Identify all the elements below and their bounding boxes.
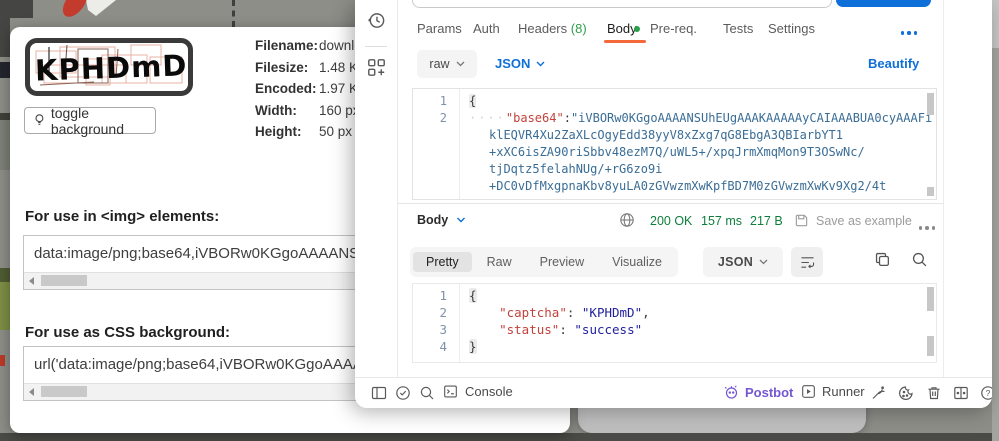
split-pane-icon[interactable] (953, 385, 969, 401)
tab-raw[interactable]: Raw (474, 252, 525, 272)
gutter-divider (459, 284, 460, 362)
response-status[interactable]: 200 OK (650, 214, 692, 228)
console-button[interactable]: Console (443, 384, 513, 399)
tab-headers[interactable]: Headers (8) (518, 17, 587, 41)
page-scrollbar-thumb[interactable] (992, 48, 999, 441)
active-tab-underline (604, 40, 646, 43)
scrollbar-thumb[interactable] (41, 386, 87, 397)
save-as-example-button[interactable]: Save as example (794, 213, 912, 228)
tab-visualize[interactable]: Visualize (599, 252, 675, 272)
background-page-sliver (0, 282, 10, 330)
editor-scrollbar-thumb[interactable] (927, 287, 934, 311)
language-dropdown[interactable]: JSON (495, 56, 545, 71)
tab-auth[interactable]: Auth (473, 17, 500, 41)
tab-params[interactable]: Params (417, 17, 462, 41)
meta-label: Height: (255, 125, 319, 140)
send-button[interactable] (836, 0, 931, 7)
toggle-background-label: toggle background (51, 105, 155, 137)
toggle-background-button[interactable]: toggle background (24, 107, 156, 134)
runner-button[interactable]: Runner (801, 384, 865, 399)
postbot-button[interactable]: Postbot (723, 384, 793, 400)
chevron-down-icon (456, 61, 465, 67)
runner-icon (801, 384, 816, 399)
request-response-divider (398, 203, 943, 204)
meta-label: Filesize: (255, 61, 319, 76)
background-page-sliver (0, 113, 10, 120)
background-photo-fragment (58, 0, 124, 22)
editor-scrollbar-end[interactable] (927, 187, 934, 196)
captcha-text: KPHDmD (34, 48, 187, 87)
gutter-divider (459, 89, 460, 199)
background-page-sliver (0, 355, 5, 366)
css-usage-heading: For use as CSS background: (25, 324, 230, 341)
check-circle-icon[interactable] (395, 385, 411, 401)
chevron-down-icon (456, 217, 466, 223)
request-body-editor[interactable]: 1{ 2····"base64":"iVBORw0KGgoAAAANSUhEUg… (412, 88, 937, 200)
request-more-options-icon[interactable] (899, 24, 919, 42)
help-icon[interactable]: ? (980, 385, 992, 401)
postman-window: Params Auth Headers (8) Body Pre-req. Te… (355, 0, 992, 408)
grid-add-icon[interactable] (367, 58, 386, 77)
capture-requests-icon[interactable] (870, 385, 886, 401)
postman-left-rail (355, 0, 398, 377)
captcha-image: KPHDmD (25, 38, 193, 96)
background-dark-strip (0, 0, 10, 57)
response-more-options-icon[interactable] (917, 219, 937, 237)
headers-count-badge: (8) (571, 21, 587, 36)
response-view-tabs: Pretty Raw Preview Visualize (410, 247, 678, 277)
postbot-icon (723, 384, 739, 400)
body-modified-dot (634, 26, 640, 32)
search-footer-icon[interactable] (419, 385, 435, 401)
chevron-down-icon (536, 61, 545, 67)
url-input[interactable] (412, 0, 832, 8)
tab-settings[interactable]: Settings (768, 17, 815, 41)
background-page-sliver (0, 120, 10, 170)
tab-body[interactable]: Body (607, 17, 637, 41)
rail-divider (365, 46, 387, 47)
response-size[interactable]: 217 B (750, 214, 783, 228)
chevron-down-icon (759, 259, 768, 265)
response-time[interactable]: 157 ms (701, 214, 742, 228)
wrap-lines-button[interactable] (791, 247, 823, 277)
copy-icon[interactable] (874, 251, 891, 268)
meta-label: Filename: (255, 39, 319, 54)
trash-icon[interactable] (926, 385, 942, 401)
background-bottom-band (0, 433, 999, 441)
tab-preview[interactable]: Preview (527, 252, 597, 272)
background-dashed-line (232, 0, 235, 27)
sidebar-toggle-icon[interactable] (371, 385, 387, 401)
meta-label: Encoded: (255, 82, 319, 97)
response-view-dropdown[interactable]: Body (417, 213, 466, 227)
save-icon (794, 213, 809, 228)
background-page-sliver (0, 268, 10, 282)
wrap-text-icon (800, 256, 815, 269)
tab-tests[interactable]: Tests (723, 17, 753, 41)
console-icon (443, 384, 458, 399)
history-icon[interactable] (367, 11, 386, 30)
beautify-link[interactable]: Beautify (868, 56, 919, 71)
img-usage-heading: For use in <img> elements: (25, 208, 219, 225)
svg-text:?: ? (986, 388, 991, 398)
network-globe-icon[interactable] (619, 212, 635, 228)
screenshot-root: KPHDmD toggle background Filename:downlo… (0, 0, 999, 441)
context-rail-divider (943, 0, 944, 377)
scroll-left-arrow-icon[interactable] (29, 388, 34, 396)
background-page-sliver (0, 62, 10, 78)
scroll-left-arrow-icon[interactable] (29, 277, 34, 285)
scrollbar-thumb[interactable] (41, 275, 87, 286)
tab-pretty[interactable]: Pretty (413, 252, 472, 272)
search-response-icon[interactable] (911, 251, 928, 268)
lightbulb-icon (34, 113, 45, 128)
editor-scrollbar-thumb[interactable] (927, 93, 934, 115)
image-metadata: Filename:downlo Filesize:1.48 K Encoded:… (255, 39, 362, 140)
body-mode-dropdown[interactable]: raw (417, 50, 477, 78)
cookies-icon[interactable] (898, 385, 914, 401)
tab-pre-request[interactable]: Pre-req. (650, 17, 697, 41)
response-body-editor[interactable]: 1{ 2 "captcha": "KPHDmD", 3 "status": "s… (412, 283, 937, 363)
editor-scrollbar-thumb[interactable] (927, 336, 934, 356)
meta-label: Width: (255, 104, 319, 119)
response-language-dropdown[interactable]: JSON (703, 247, 783, 277)
